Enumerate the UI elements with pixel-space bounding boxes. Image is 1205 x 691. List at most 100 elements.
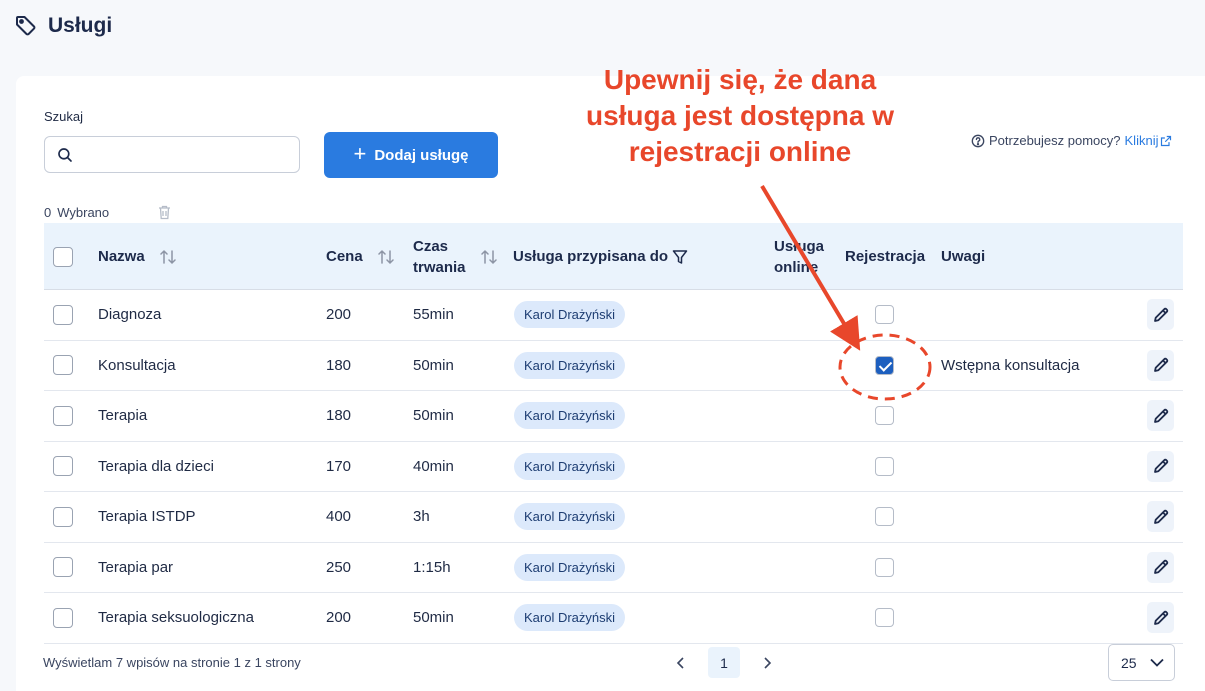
filter-icon [672,249,688,264]
assigned-cell: Karol Drażyński [514,492,626,542]
trash-icon[interactable] [158,205,171,220]
help-link[interactable]: Kliknij [1125,133,1173,148]
service-duration: 1:15h [413,558,451,576]
row-select-cell [53,492,73,542]
edit-button[interactable] [1147,602,1174,634]
row-checkbox[interactable] [53,607,73,628]
row-checkbox[interactable] [53,405,73,426]
sort-icon[interactable] [480,248,498,266]
registration-checkbox[interactable] [875,305,894,325]
edit-button[interactable] [1147,450,1174,482]
edit-cell [1147,543,1174,593]
table-row: Terapia par 250 1:15h Karol Drażyński [44,543,1183,593]
edit-cell [1147,391,1174,441]
pencil-icon [1153,358,1168,373]
search-field[interactable] [44,136,300,173]
row-select-cell [53,341,73,391]
sort-icon [377,249,394,264]
pencil-icon [1153,560,1168,575]
row-select-cell [53,391,73,441]
assigned-cell: Karol Drażyński [514,341,626,391]
column-notes-label: Uwagi [941,248,986,265]
registration-cell [875,391,894,441]
service-price: 400 [326,508,352,526]
select-all-cell [53,223,73,290]
row-checkbox[interactable] [53,506,73,527]
assigned-person-badge: Karol Drażyński [514,402,626,430]
select-all-checkbox[interactable] [53,246,73,267]
registration-checkbox[interactable] [875,355,894,375]
chevron-left-icon [676,656,684,669]
row-checkbox[interactable] [53,355,73,376]
row-checkbox[interactable] [53,304,73,325]
pencil-icon [1153,610,1168,625]
service-name: Konsultacja [98,356,176,374]
service-name: Terapia ISTDP [98,508,196,526]
edit-cell [1147,341,1174,391]
registration-checkbox[interactable] [875,608,894,628]
row-select-cell [53,442,73,492]
service-price: 200 [326,306,352,324]
registration-checkbox[interactable] [875,456,894,476]
service-duration: 40min [413,457,454,475]
help-text: Potrzebujesz pomocy? [989,133,1121,148]
table-row: Konsultacja 180 50min Karol Drażyński Ws… [44,341,1183,391]
add-service-button[interactable]: + Dodaj usługę [324,132,498,178]
service-price: 250 [326,558,352,576]
column-notes: Uwagi [941,223,985,290]
edit-button[interactable] [1147,551,1174,583]
question-circle-icon [971,134,985,147]
prev-page-button[interactable] [666,647,696,678]
pagination: 1 [666,647,782,678]
service-price: 180 [326,356,352,374]
pencil-icon [1153,408,1168,423]
registration-checkbox[interactable] [875,507,894,527]
next-page-button[interactable] [752,647,782,678]
registration-checkbox[interactable] [875,406,894,426]
column-price[interactable]: Cena [326,223,395,290]
registration-checkbox[interactable] [875,557,894,577]
edit-cell [1147,593,1174,643]
row-checkbox[interactable] [53,557,73,578]
column-duration[interactable]: Czas trwania [413,223,473,290]
assigned-person-badge: Karol Drażyński [514,452,626,480]
edit-button[interactable] [1147,299,1174,331]
registration-cell [875,492,894,542]
assigned-cell: Karol Drażyński [514,543,626,593]
table-row: Terapia ISTDP 400 3h Karol Drażyński [44,492,1183,543]
column-assigned[interactable]: Usługa przypisana do [513,223,688,290]
page-header: Usługi [14,14,112,38]
pencil-icon [1153,509,1168,524]
service-duration: 50min [413,609,454,627]
assigned-cell: Karol Drażyński [514,290,626,340]
plus-icon: + [353,141,367,166]
service-duration: 50min [413,356,454,374]
chevron-down-icon [1150,658,1164,667]
column-name-label: Nazwa [98,248,145,265]
service-duration: 55min [413,306,454,324]
registration-cell [875,290,894,340]
edit-button[interactable] [1147,400,1174,432]
help-link-label: Kliknij [1124,133,1159,148]
selection-count: 0 [44,205,52,220]
row-checkbox[interactable] [53,456,73,477]
column-assigned-label: Usługa przypisana do [513,248,669,265]
chevron-right-icon [764,656,772,669]
edit-cell [1147,290,1174,340]
column-online-label: Usługa online [774,237,825,276]
assigned-person-badge: Karol Drażyński [514,351,626,379]
column-registration: Rejestracja [845,223,925,290]
services-table: Nazwa Cena Czas trwania Usługa przypisan… [44,223,1183,644]
page-size-select[interactable]: 25 [1108,644,1175,681]
column-name[interactable]: Nazwa [98,223,177,290]
edit-button[interactable] [1147,349,1174,381]
pencil-icon [1153,307,1168,322]
service-name: Terapia [98,407,148,425]
page-button-current[interactable]: 1 [708,647,740,678]
assigned-person-badge: Karol Drażyński [514,604,626,632]
search-input[interactable] [82,137,299,172]
table-row: Terapia dla dzieci 170 40min Karol Draży… [44,442,1183,492]
selection-info: 0 Wybrano [44,205,109,220]
column-registration-label: Rejestracja [845,248,926,265]
edit-button[interactable] [1147,501,1174,533]
